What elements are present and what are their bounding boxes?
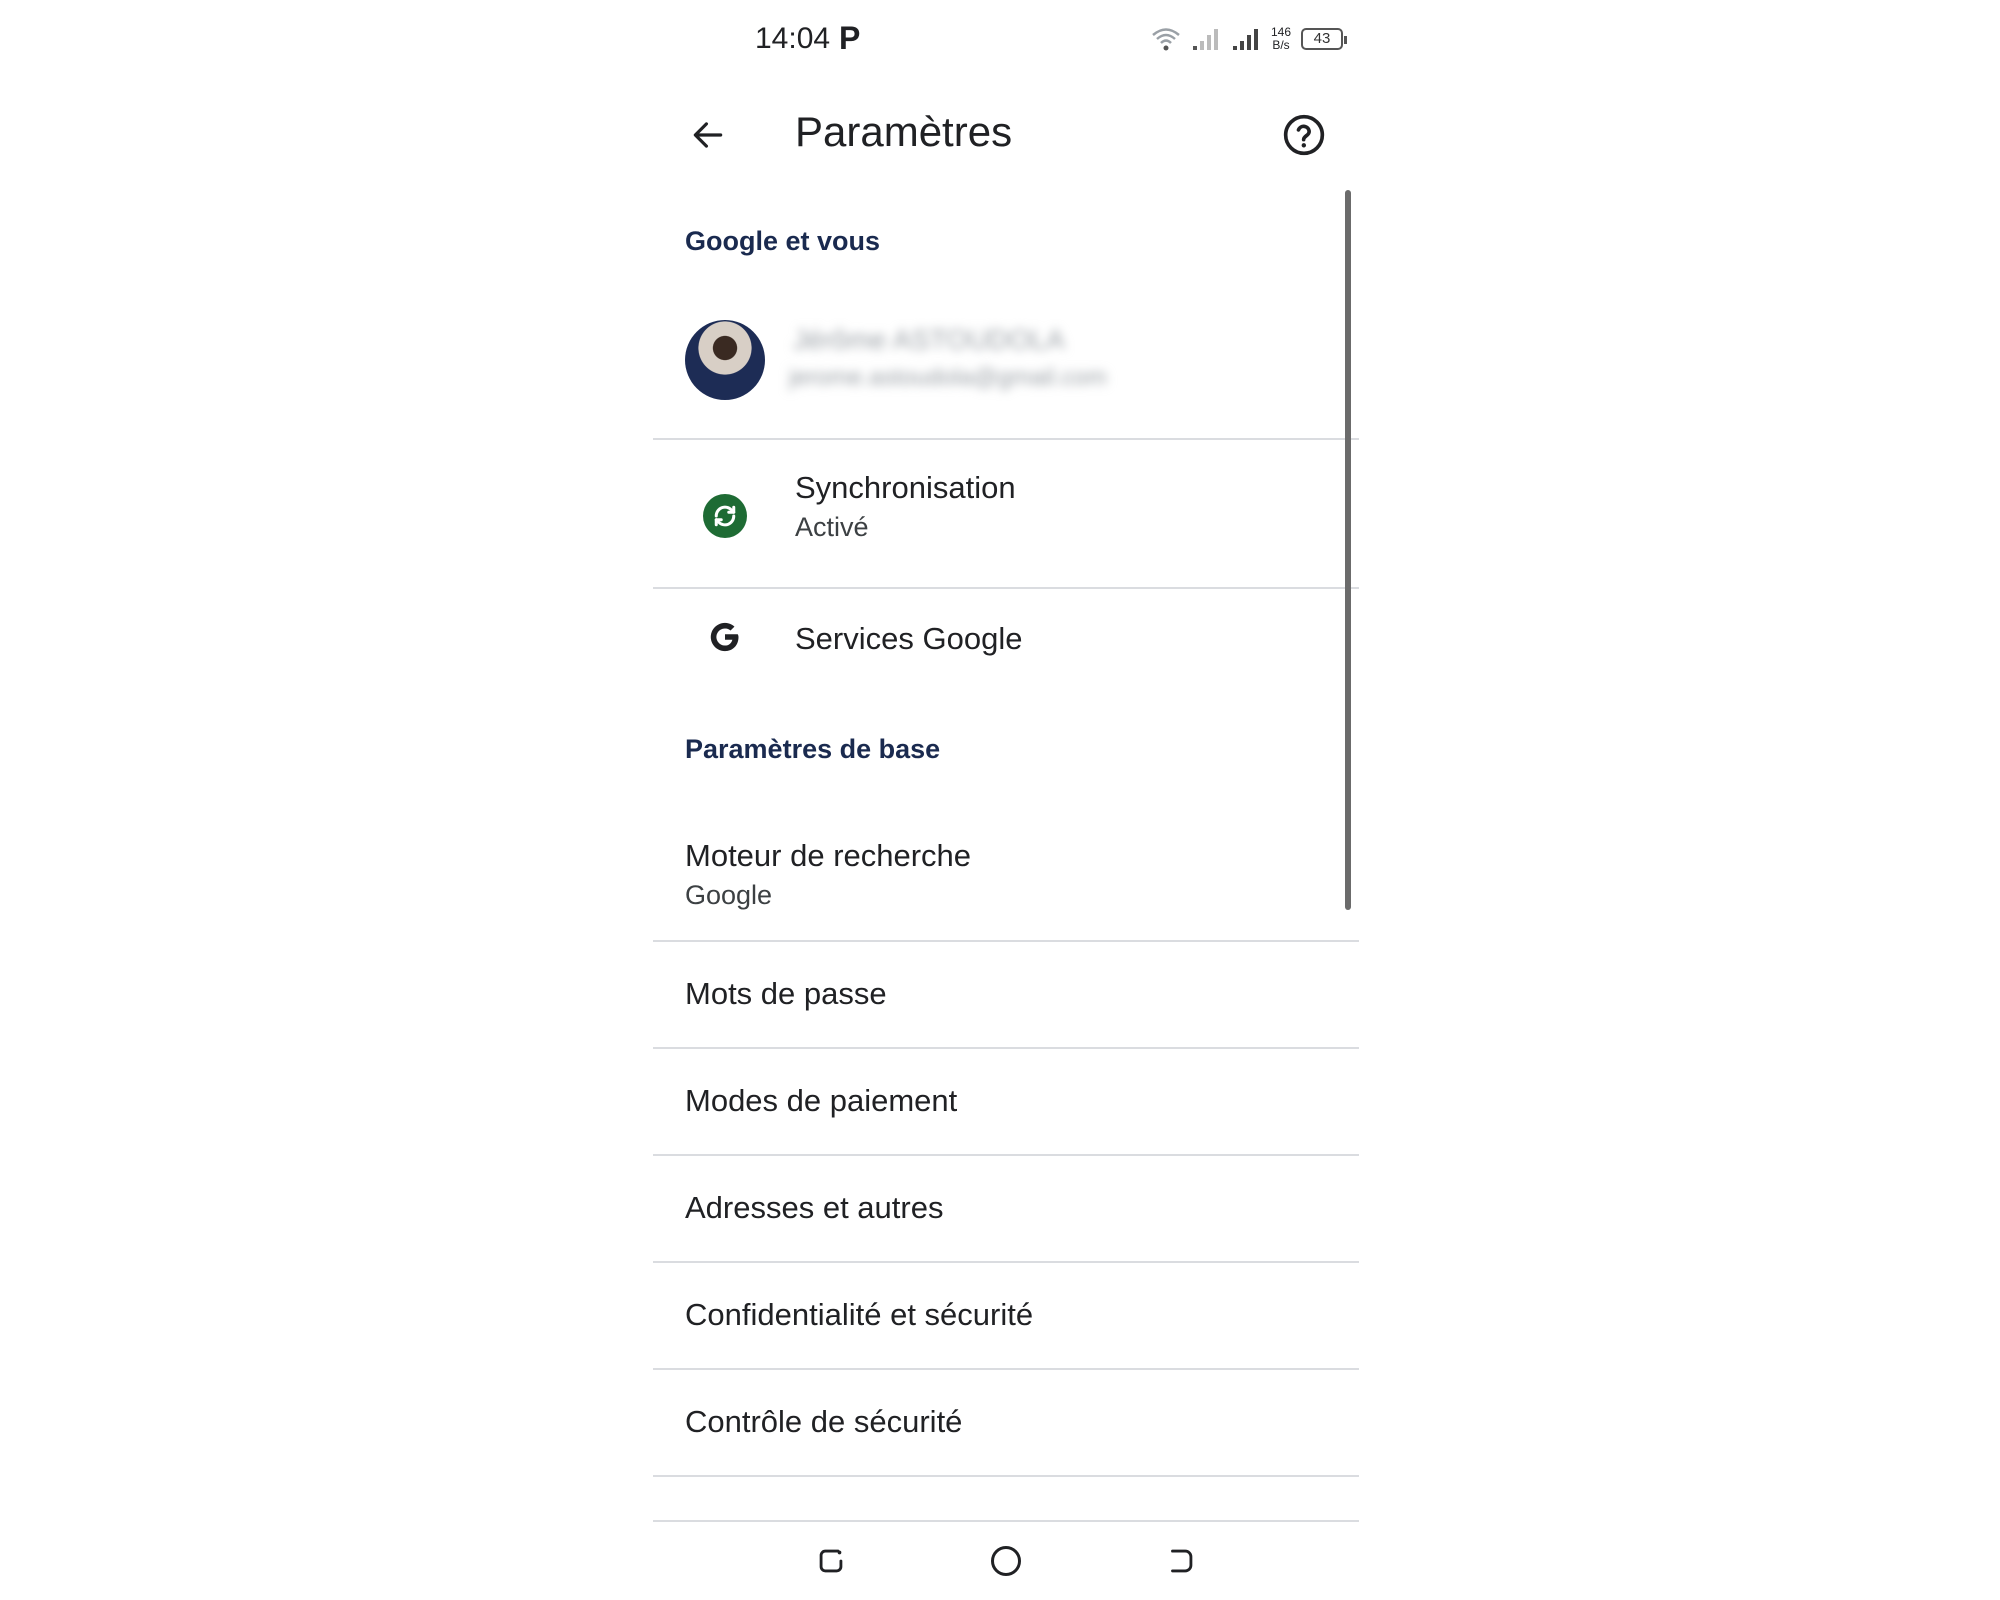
search-engine-value: Google xyxy=(685,880,773,910)
sync-row[interactable]: Synchronisation Activé xyxy=(653,440,1359,588)
app-bar: Paramètres xyxy=(653,90,1359,180)
addresses-title: Adresses et autres xyxy=(685,1190,944,1225)
battery-icon: 43 xyxy=(1301,28,1347,50)
payment-methods-row[interactable]: Modes de paiement xyxy=(653,1049,1359,1154)
home-circle-icon xyxy=(991,1546,1021,1576)
signal-2-icon xyxy=(1232,29,1258,50)
sync-title: Synchronisation xyxy=(795,470,1016,505)
account-row[interactable]: Jérôme ASTOUDOLA jerome.astoudola@gmail.… xyxy=(653,320,1359,410)
network-speed: 146 B/s xyxy=(1271,26,1291,52)
notification-p-icon: P xyxy=(839,20,861,56)
privacy-security-row[interactable]: Confidentialité et sécurité xyxy=(653,1263,1359,1368)
back-button[interactable] xyxy=(683,110,733,160)
recents-button[interactable] xyxy=(806,1536,856,1586)
recents-icon xyxy=(819,1549,843,1573)
help-circle-icon xyxy=(1283,114,1325,156)
search-engine-title: Moteur de recherche xyxy=(685,838,972,873)
passwords-title: Mots de passe xyxy=(685,976,887,1011)
google-services-row[interactable]: Services Google xyxy=(653,589,1359,699)
battery-level: 43 xyxy=(1313,30,1331,47)
signal-1-icon xyxy=(1192,29,1218,50)
section-header-basics: Paramètres de base xyxy=(685,734,941,764)
sync-icon xyxy=(703,494,747,538)
network-speed-unit: B/s xyxy=(1272,38,1290,52)
back-nav-button[interactable] xyxy=(1156,1536,1206,1586)
safety-check-row[interactable]: Contrôle de sécurité xyxy=(653,1370,1359,1475)
google-g-icon xyxy=(701,613,749,661)
system-navigation-bar xyxy=(653,1520,1359,1600)
back-nav-icon xyxy=(1171,1549,1193,1573)
section-header-google-and-you: Google et vous xyxy=(685,226,881,256)
sync-arrows-icon xyxy=(714,505,736,527)
home-button[interactable] xyxy=(981,1536,1031,1586)
page-title: Paramètres xyxy=(795,108,1013,155)
status-indicators: 146 B/s 43 xyxy=(1151,22,1347,56)
passwords-row[interactable]: Mots de passe xyxy=(653,942,1359,1047)
account-name: Jérôme ASTOUDOLA xyxy=(793,324,1065,355)
account-email: jerome.astoudola@gmail.com xyxy=(789,364,1107,391)
wifi-icon xyxy=(1152,28,1180,51)
safety-check-title: Contrôle de sécurité xyxy=(685,1404,963,1439)
search-engine-row[interactable]: Moteur de recherche Google xyxy=(653,802,1359,942)
privacy-security-title: Confidentialité et sécurité xyxy=(685,1297,1034,1332)
chrome-settings-screen: 14:04 P 146 B/s 43 Paramètres Google et … xyxy=(653,0,1359,1600)
avatar xyxy=(685,320,765,400)
payment-methods-title: Modes de paiement xyxy=(685,1083,958,1118)
status-time: 14:04 xyxy=(755,22,831,55)
divider xyxy=(653,1475,1359,1477)
status-bar: 14:04 P 146 B/s 43 xyxy=(653,0,1359,80)
sync-status: Activé xyxy=(795,512,869,542)
google-services-title: Services Google xyxy=(795,621,1023,656)
arrow-left-icon xyxy=(693,122,723,148)
scrollbar[interactable] xyxy=(1345,190,1351,910)
addresses-row[interactable]: Adresses et autres xyxy=(653,1156,1359,1261)
help-button[interactable] xyxy=(1279,110,1329,160)
